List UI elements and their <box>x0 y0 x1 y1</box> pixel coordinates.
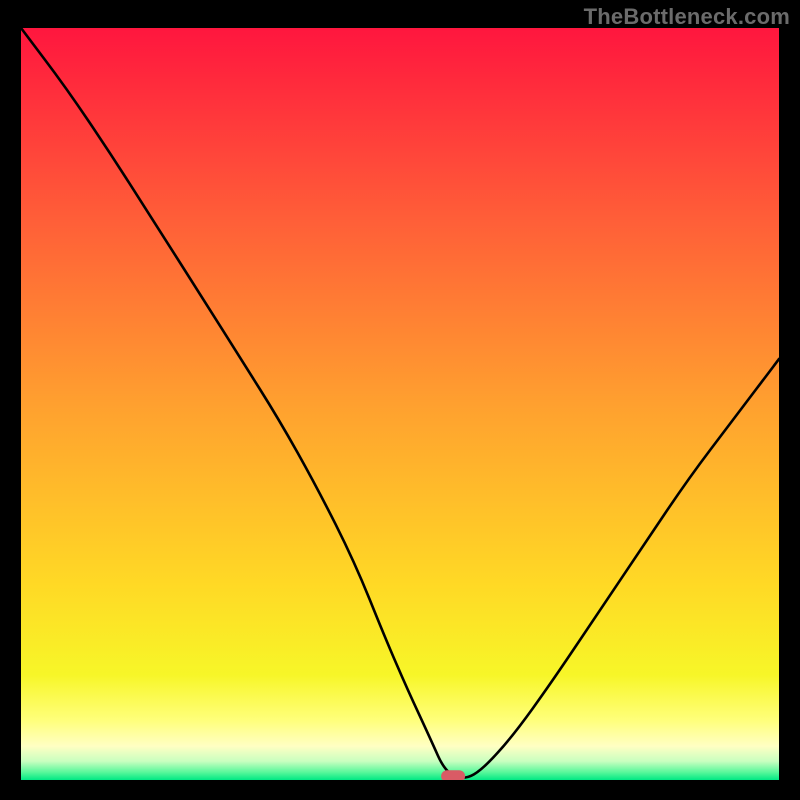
plot-background <box>21 28 779 780</box>
optimum-marker <box>441 770 465 780</box>
bottleneck-chart <box>21 28 779 780</box>
chart-frame: TheBottleneck.com <box>0 0 800 800</box>
watermark-text: TheBottleneck.com <box>584 4 790 30</box>
